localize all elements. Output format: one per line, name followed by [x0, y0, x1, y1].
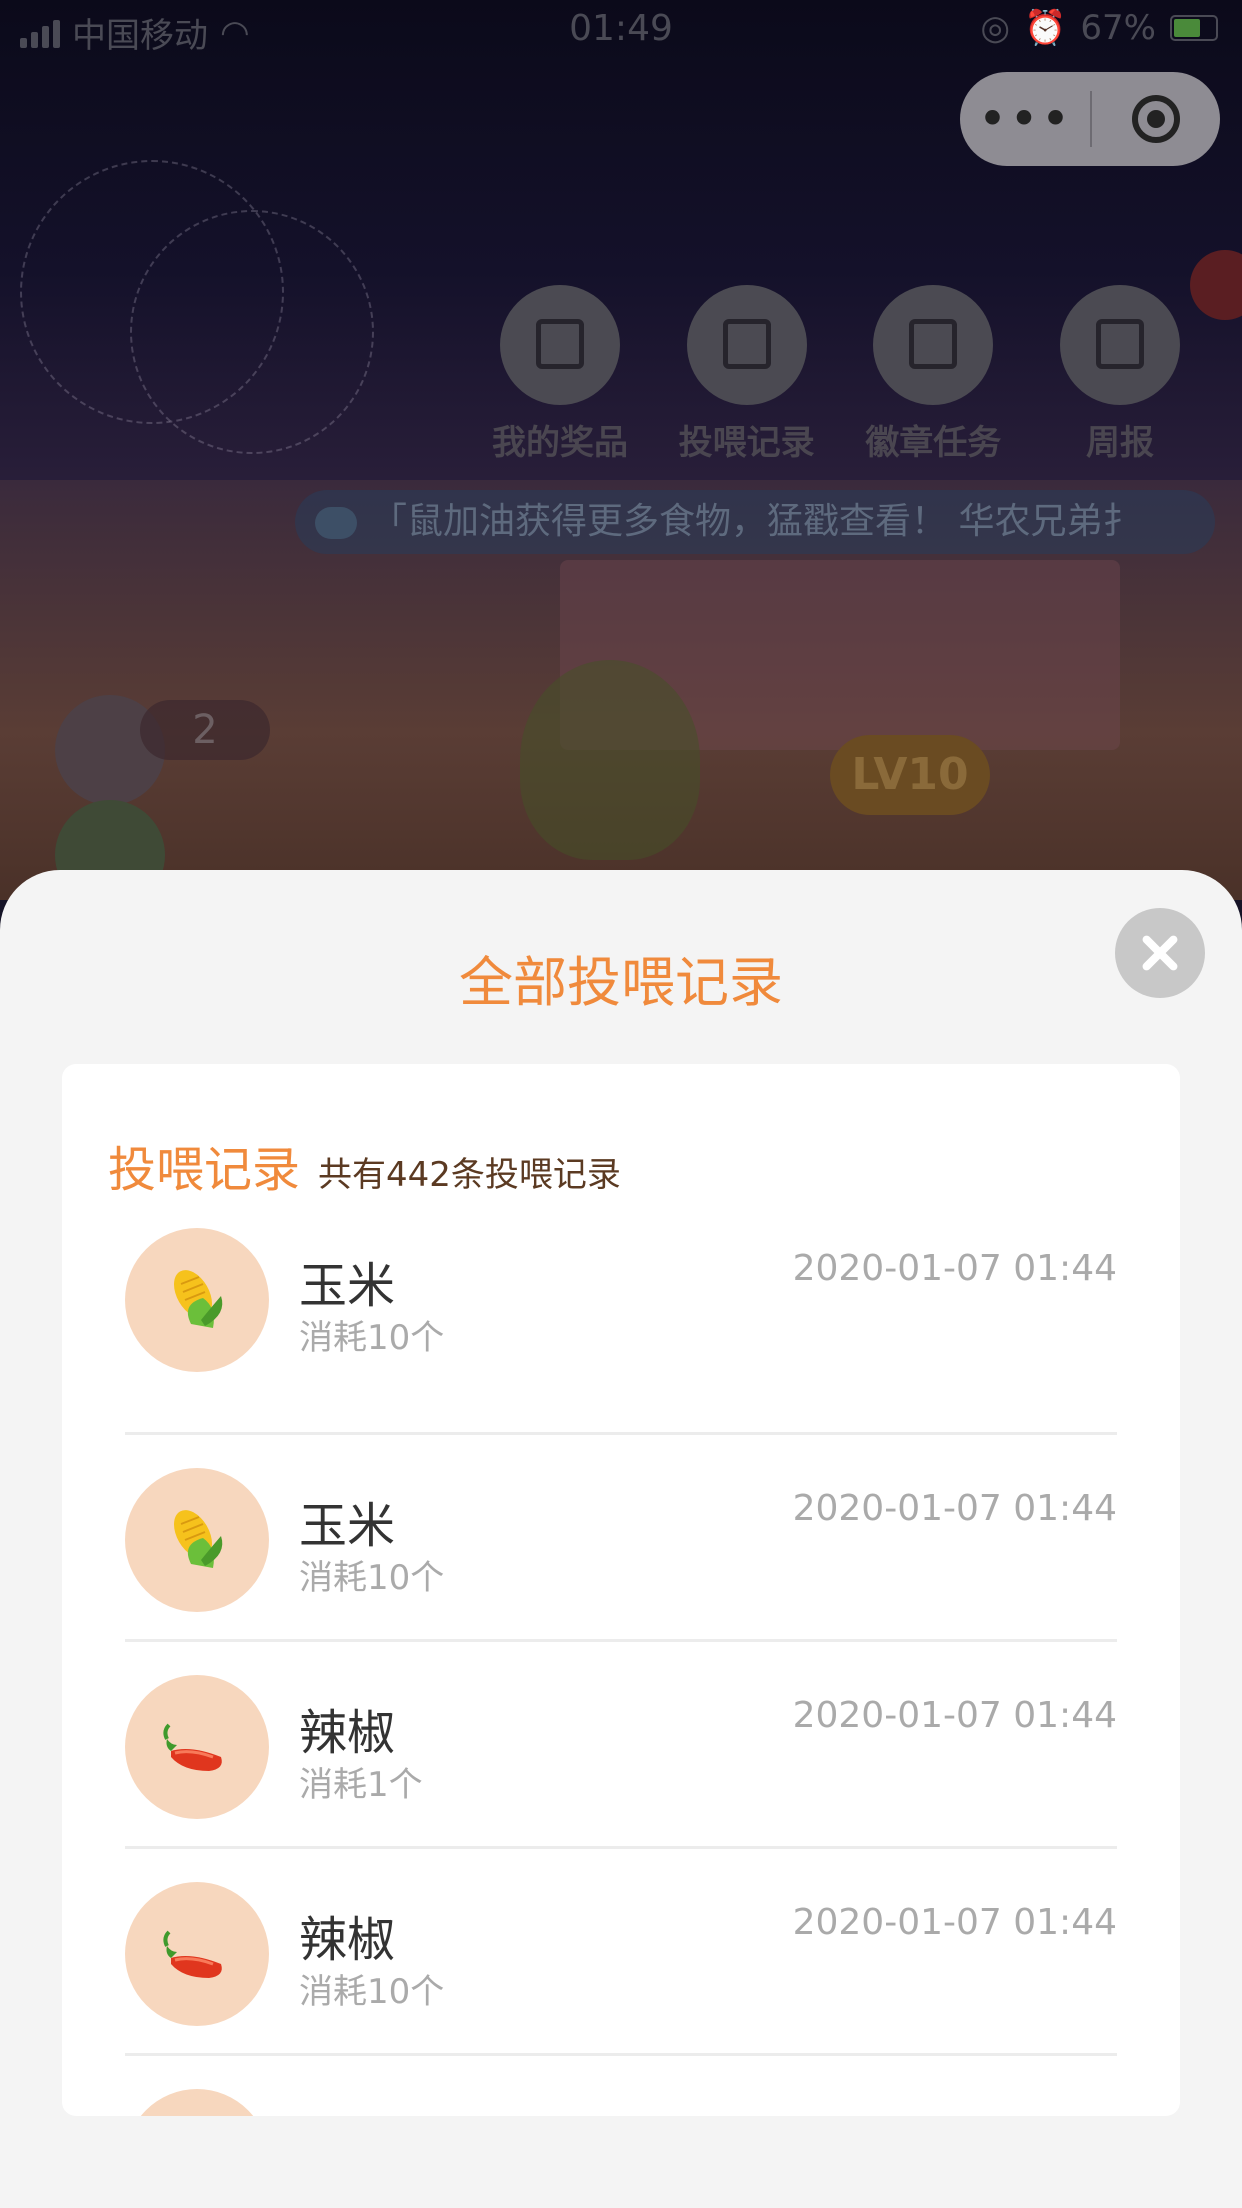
close-button[interactable] [1115, 908, 1205, 998]
chili-icon [163, 1930, 222, 1978]
food-name: 辣椒 [299, 1705, 396, 1761]
feed-time: 2020-01-07 01:44 [792, 1488, 1117, 1529]
list-item: 辣椒 消耗1个 2020-01-07 01:44 [125, 1642, 1117, 1849]
food-name: 玉米 [299, 1498, 396, 1554]
nav-label: 周报 [1085, 423, 1154, 463]
battery-icon [1170, 15, 1218, 41]
badge-icon [873, 285, 994, 405]
food-icon-background [125, 1675, 269, 1819]
food-icon-background [125, 1468, 269, 1612]
card-title: 投喂记录 [108, 1142, 301, 1198]
lock-rotation-icon: ◎ [980, 8, 1011, 48]
food-count: 2 [140, 700, 270, 760]
nav-badge-tasks[interactable]: 徽章任务 [853, 285, 1013, 464]
scene-nav: 我的奖品 投喂记录 徽章任务 周报 [480, 285, 1200, 464]
feed-records-sheet: 全部投喂记录 投喂记录 共有442条投喂记录 玉米 消耗10个 2020-01-… [0, 870, 1242, 2208]
card-header: 投喂记录 共有442条投喂记录 [108, 1130, 621, 1200]
calendar-icon [1059, 285, 1180, 405]
nav-label: 投喂记录 [678, 423, 815, 463]
food-used: 消耗10个 [299, 1558, 445, 1598]
gift-icon [500, 285, 620, 405]
corn-icon [174, 1270, 223, 1328]
list-item [125, 2056, 1117, 2116]
food-icon-background [125, 2089, 269, 2116]
target-icon [1132, 95, 1180, 143]
feed-time: 2020-01-07 01:44 [792, 1695, 1117, 1736]
chat-icon [315, 507, 357, 539]
announcement-ticker[interactable]: 「鼠加油获得更多食物，猛戳查看！ 华农兄弟扌 [295, 490, 1215, 554]
food-name: 玉米 [299, 1258, 396, 1314]
feed-time: 2020-01-07 01:44 [792, 1248, 1117, 1289]
nav-label: 我的奖品 [492, 423, 628, 463]
record-count: 共有442条投喂记录 [318, 1155, 621, 1195]
plant-decoration [520, 660, 700, 860]
ticker-text: 「鼠加油获得更多食物，猛戳查看！ 华农兄弟扌 [371, 501, 1139, 542]
list-item: 玉米 消耗10个 2020-01-07 01:44 [125, 1228, 1117, 1435]
close-miniprogram-button[interactable] [1092, 95, 1220, 143]
list-item: 辣椒 消耗10个 2020-01-07 01:44 [125, 1849, 1117, 2056]
more-button[interactable]: ••• [960, 89, 1090, 149]
list-icon [686, 285, 807, 405]
status-bar: 中国移动 ◠ 01:49 ◎ ⏰ 67% [0, 0, 1242, 60]
nav-label: 徽章任务 [865, 423, 1002, 463]
nav-my-prizes[interactable]: 我的奖品 [480, 285, 640, 464]
food-icon-background [125, 1882, 269, 2026]
records-list[interactable]: 玉米 消耗10个 2020-01-07 01:44 玉米 消耗10个 2020-… [125, 1228, 1117, 2116]
corn-icon [174, 1510, 223, 1568]
food-used: 消耗1个 [299, 1765, 423, 1805]
alarm-icon: ⏰ [1024, 8, 1067, 48]
food-used: 消耗10个 [299, 1318, 445, 1358]
chili-icon [163, 1723, 222, 1771]
feed-time: 2020-01-07 01:44 [792, 1902, 1117, 1943]
nav-feed-records[interactable]: 投喂记录 [667, 285, 827, 464]
list-item: 玉米 消耗10个 2020-01-07 01:44 [125, 1435, 1117, 1642]
miniprogram-capsule: ••• [960, 72, 1220, 166]
nav-weekly-report[interactable]: 周报 [1040, 285, 1200, 464]
food-used: 消耗10个 [299, 1972, 445, 2012]
records-card: 投喂记录 共有442条投喂记录 玉米 消耗10个 2020-01-07 01:4… [62, 1064, 1180, 2116]
sheet-title: 全部投喂记录 [459, 951, 783, 1014]
food-name: 辣椒 [299, 1912, 396, 1968]
battery-percent: 67% [1080, 8, 1156, 48]
food-icon-background [125, 1228, 269, 1372]
level-badge: LV10 [830, 735, 990, 815]
firework-decoration [130, 210, 374, 454]
